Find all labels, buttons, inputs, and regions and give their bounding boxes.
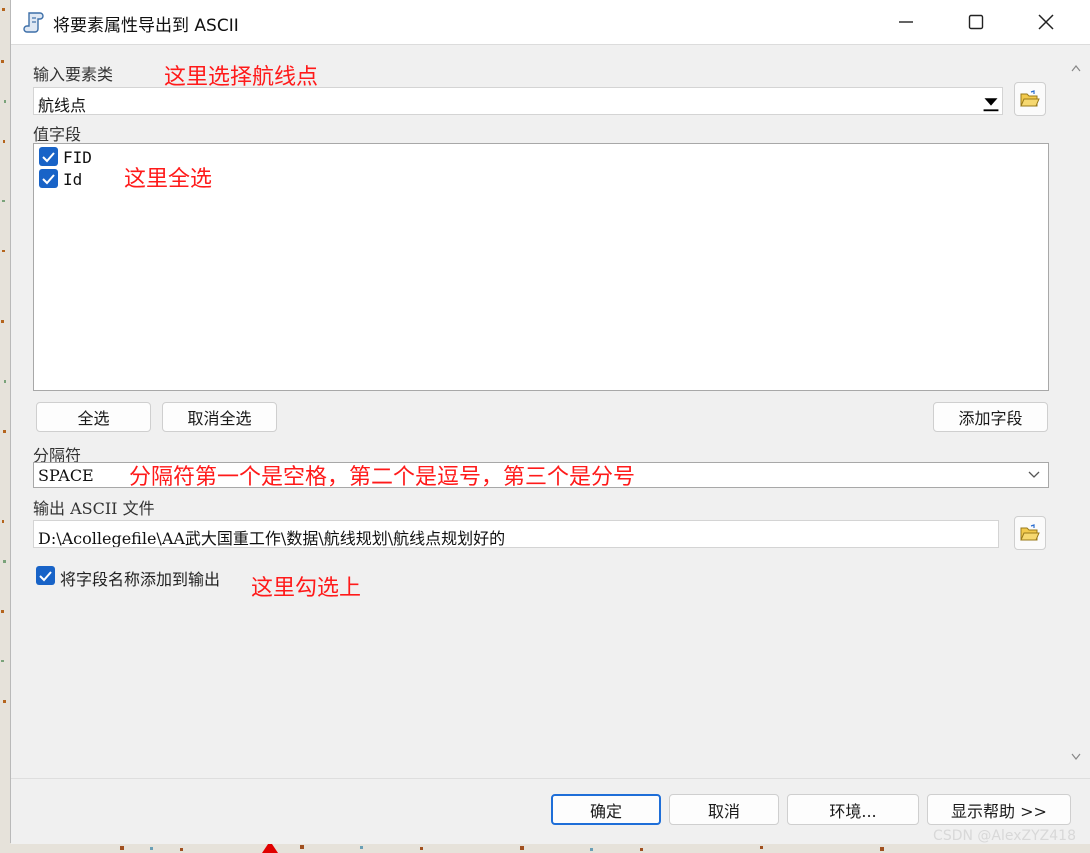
tool-scroll-icon bbox=[23, 12, 44, 33]
delimiter-annotation: 分隔符第一个是空格，第二个是逗号，第三个是分号 bbox=[129, 465, 636, 490]
check-icon bbox=[42, 152, 55, 163]
environments-button[interactable]: 环境... bbox=[787, 794, 919, 825]
delimiter-value: SPACE bbox=[38, 466, 94, 485]
deselect-all-button[interactable]: 取消全选 bbox=[162, 402, 277, 432]
close-icon bbox=[1038, 14, 1054, 30]
add-field-names-annotation: 这里勾选上 bbox=[251, 576, 362, 601]
value-fields-label: 值字段 bbox=[33, 125, 82, 144]
input-feature-value: 航线点 bbox=[38, 96, 87, 115]
maximize-icon bbox=[968, 14, 984, 30]
output-file-label: 输出 ASCII 文件 bbox=[33, 499, 155, 518]
ok-button[interactable]: 确定 bbox=[551, 794, 661, 825]
check-icon bbox=[42, 174, 55, 185]
select-all-button[interactable]: 全选 bbox=[36, 402, 151, 432]
id-label: Id bbox=[63, 170, 83, 189]
dialog-footer: 确定 取消 环境... 显示帮助 >> bbox=[11, 778, 1090, 844]
dropdown-arrow-icon bbox=[983, 98, 999, 112]
input-feature-dropdown[interactable]: 航线点 bbox=[33, 87, 1003, 115]
open-folder-icon bbox=[1020, 90, 1040, 107]
open-folder-icon bbox=[1020, 524, 1040, 541]
fid-checkbox[interactable] bbox=[39, 147, 58, 166]
dialog-content: 输入要素类 这里选择航线点 航线点 值字段 FID Id 这里全选 全选 取消全… bbox=[11, 45, 1061, 778]
close-button[interactable] bbox=[1011, 0, 1081, 44]
add-field-button[interactable]: 添加字段 bbox=[933, 402, 1048, 432]
value-fields-list[interactable]: FID Id 这里全选 bbox=[33, 143, 1049, 391]
show-help-button[interactable]: 显示帮助 >> bbox=[927, 794, 1071, 825]
output-file-value: D:\Acollegefile\AA武大国重工作\数据\航线规划\航线点规划好的 bbox=[38, 529, 506, 548]
add-field-names-label: 将字段名称添加到输出 bbox=[60, 570, 221, 589]
add-field-names-checkbox[interactable] bbox=[36, 566, 55, 585]
check-icon bbox=[39, 571, 52, 582]
input-feature-browse-button[interactable] bbox=[1014, 82, 1046, 116]
vertical-scrollbar[interactable] bbox=[1061, 45, 1090, 778]
cancel-button[interactable]: 取消 bbox=[669, 794, 779, 825]
output-file-input[interactable]: D:\Acollegefile\AA武大国重工作\数据\航线规划\航线点规划好的 bbox=[33, 520, 999, 548]
minimize-icon bbox=[899, 21, 913, 23]
input-feature-label: 输入要素类 bbox=[33, 65, 114, 84]
id-checkbox[interactable] bbox=[39, 169, 58, 188]
window-title: 将要素属性导出到 ASCII bbox=[53, 16, 239, 36]
chevron-down-icon bbox=[1028, 471, 1040, 478]
scroll-down-icon bbox=[1071, 753, 1081, 760]
scroll-up-icon bbox=[1071, 65, 1081, 72]
title-bar: 将要素属性导出到 ASCII bbox=[11, 0, 1090, 45]
fid-label: FID bbox=[63, 148, 92, 167]
maximize-button[interactable] bbox=[941, 0, 1011, 44]
value-fields-annotation: 这里全选 bbox=[124, 167, 213, 192]
output-file-browse-button[interactable] bbox=[1014, 516, 1046, 550]
export-dialog: 将要素属性导出到 ASCII 输入要素类 这里选择航线点 航线点 值字段 FID… bbox=[10, 0, 1090, 844]
minimize-button[interactable] bbox=[871, 0, 941, 44]
watermark: CSDN @AlexZYZ418 bbox=[933, 828, 1076, 844]
